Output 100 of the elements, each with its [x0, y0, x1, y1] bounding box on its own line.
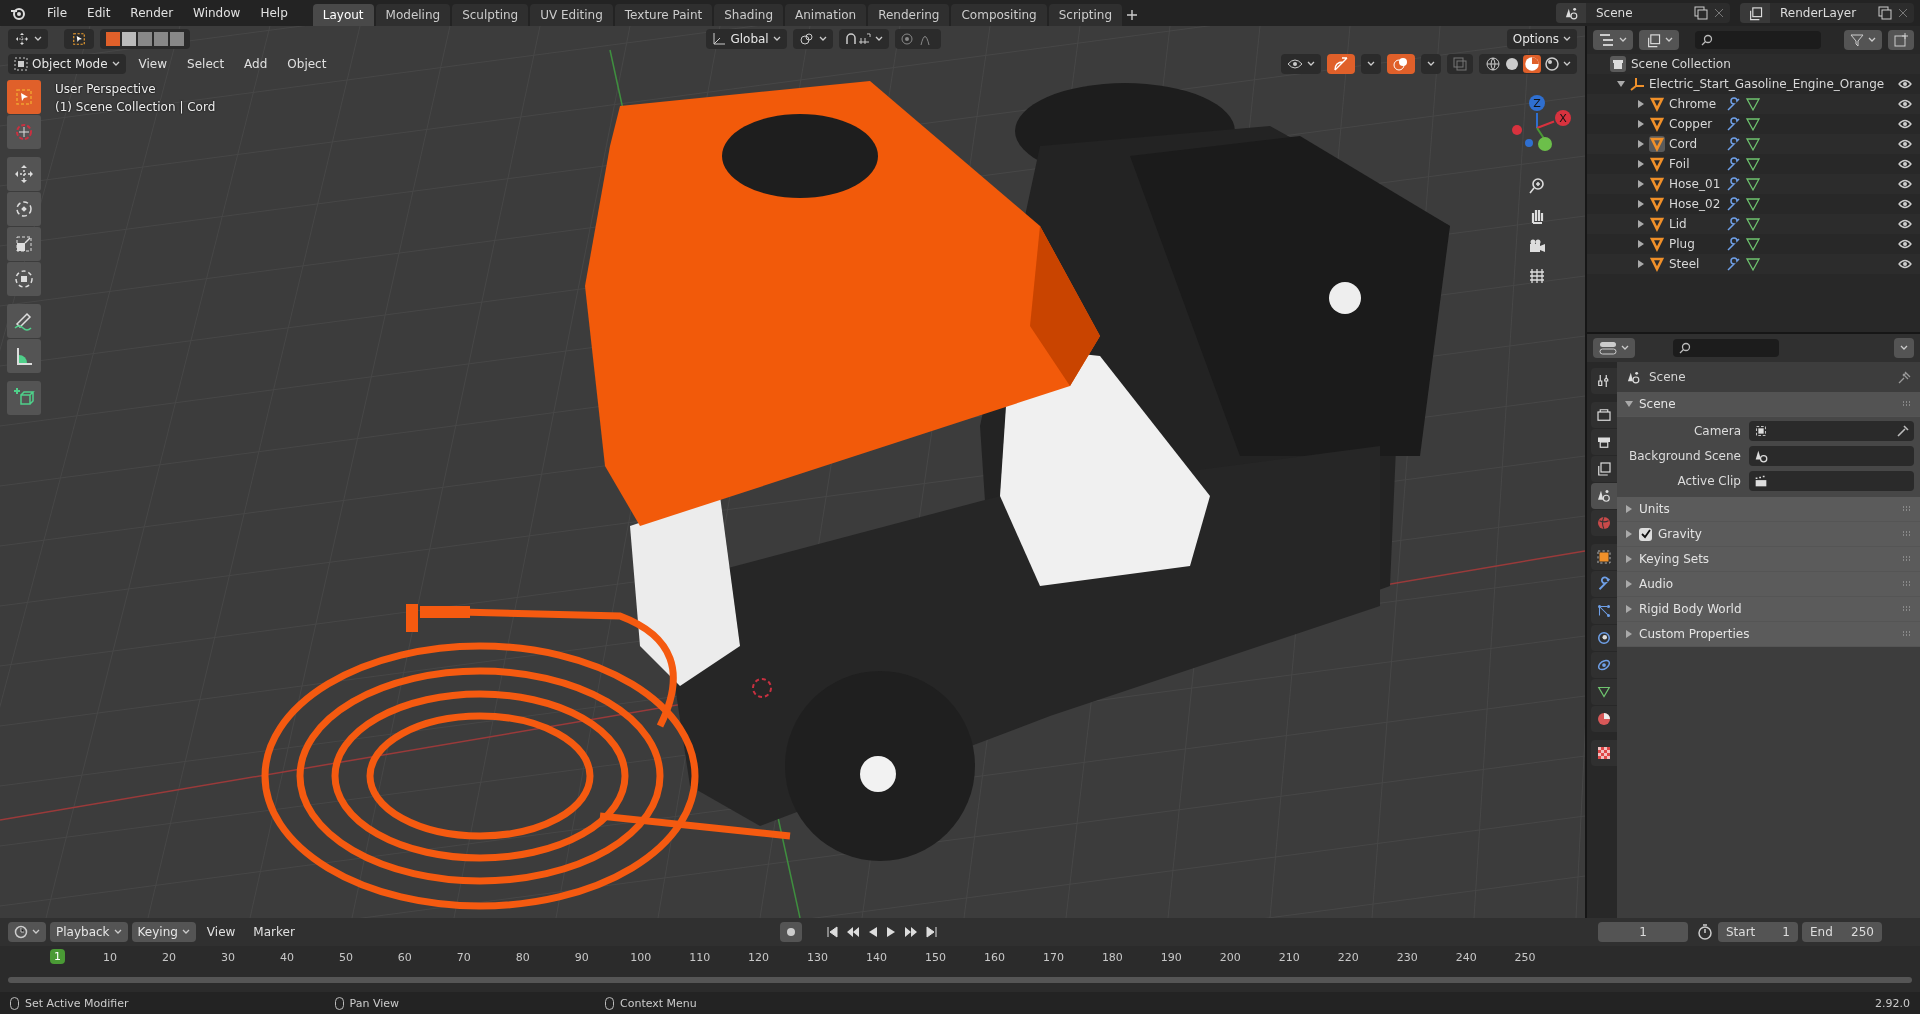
drag-handle-icon[interactable] [1902, 506, 1912, 512]
tool-button[interactable] [7, 381, 41, 415]
wrench-icon[interactable] [1725, 96, 1741, 112]
wrench-icon[interactable] [1725, 156, 1741, 172]
panel-header[interactable]: Scene [1617, 392, 1920, 417]
outliner-item[interactable]: Cord [1669, 137, 1721, 151]
workspace-tab[interactable]: Compositing [951, 4, 1047, 26]
collapsed-arrow-icon[interactable] [1625, 530, 1633, 538]
collapsed-arrow-icon[interactable] [1637, 160, 1645, 168]
viewport-menu[interactable]: View [131, 54, 175, 73]
drag-handle-icon[interactable] [1902, 401, 1912, 407]
eye-icon[interactable] [1898, 119, 1912, 129]
input-field[interactable] [1749, 421, 1914, 441]
workspace-tab[interactable]: UV Editing [530, 4, 613, 26]
collapsed-arrow-icon[interactable] [1637, 260, 1645, 268]
wrench-icon[interactable] [1725, 216, 1741, 232]
properties-tab[interactable] [1591, 544, 1617, 570]
editor-type-dropdown[interactable] [1593, 338, 1635, 358]
tool-button[interactable] [7, 115, 41, 149]
options-dropdown[interactable] [1894, 338, 1914, 358]
collapsed-arrow-icon[interactable] [1637, 220, 1645, 228]
workspace-tab[interactable]: Rendering [868, 4, 950, 26]
tool-button[interactable] [7, 157, 41, 191]
collapsed-arrow-icon[interactable] [1637, 180, 1645, 188]
overlay-dropdown[interactable] [1421, 53, 1441, 74]
playhead[interactable]: 1 [50, 949, 65, 964]
mesh-data-icon[interactable] [1745, 156, 1761, 172]
properties-tab[interactable] [1591, 740, 1617, 766]
viewport-menu[interactable]: Select [180, 54, 232, 73]
viewport-menu[interactable]: Object [280, 54, 334, 73]
mesh-data-icon[interactable] [1745, 256, 1761, 272]
menu-item[interactable]: Render [121, 3, 183, 23]
filter-dropdown[interactable] [1844, 30, 1882, 50]
eye-icon[interactable] [1898, 99, 1912, 109]
drag-handle-icon[interactable] [1902, 531, 1912, 537]
view-layer-selector[interactable]: RenderLayer [1740, 3, 1914, 23]
expanded-arrow-icon[interactable] [1617, 80, 1625, 88]
eye-icon[interactable] [1898, 79, 1912, 89]
collapsed-arrow-icon[interactable] [1637, 240, 1645, 248]
outliner-item[interactable]: Chrome [1669, 97, 1721, 111]
wrench-icon[interactable] [1725, 196, 1741, 212]
workspace-tab[interactable]: Sculpting [452, 4, 529, 26]
menu-item[interactable]: Window [184, 3, 250, 23]
mesh-data-icon[interactable] [1745, 196, 1761, 212]
collapsed-arrow-icon[interactable] [1625, 605, 1633, 613]
filter-scene-dropdown[interactable] [1639, 30, 1679, 50]
xray-toggle[interactable] [1447, 53, 1473, 74]
shading-buttons[interactable] [1479, 53, 1577, 74]
outliner-item[interactable]: Copper [1669, 117, 1721, 131]
collapsed-arrow-icon[interactable] [1625, 555, 1633, 563]
collapsed-arrow-icon[interactable] [1625, 580, 1633, 588]
properties-tab[interactable] [1591, 571, 1617, 597]
properties-tab[interactable] [1591, 679, 1617, 705]
wrench-icon[interactable] [1725, 256, 1741, 272]
drag-handle-icon[interactable] [1902, 606, 1912, 612]
panel-header[interactable]: Units [1617, 497, 1920, 522]
tool-button[interactable] [7, 339, 41, 373]
navigation-gizmo[interactable]: Z X [1497, 88, 1577, 168]
outliner-item[interactable]: Hose_01 [1669, 177, 1721, 191]
current-frame-field[interactable]: 1 [1598, 922, 1688, 942]
next-key-icon[interactable] [903, 926, 918, 938]
panel-header[interactable]: Audio [1617, 572, 1920, 597]
timeline-menu[interactable]: View [199, 923, 243, 941]
input-field[interactable] [1749, 471, 1914, 491]
copy-icon[interactable] [1694, 6, 1708, 20]
search-field[interactable] [1673, 339, 1779, 357]
play-icon[interactable] [885, 926, 896, 938]
eye-icon[interactable] [1898, 179, 1912, 189]
menu-item[interactable]: Help [251, 3, 297, 23]
mesh-data-icon[interactable] [1745, 216, 1761, 232]
eye-icon[interactable] [1898, 139, 1912, 149]
workspace-tab[interactable]: Shading [714, 4, 783, 26]
outliner-item[interactable]: Hose_02 [1669, 197, 1721, 211]
drag-handle-icon[interactable] [1902, 556, 1912, 562]
drag-handle-icon[interactable] [1902, 631, 1912, 637]
outliner-item[interactable]: Foil [1669, 157, 1721, 171]
close-icon[interactable] [1896, 6, 1910, 20]
start-frame-field[interactable]: Start 1 [1718, 922, 1798, 942]
record-button[interactable] [779, 922, 802, 942]
panel-header[interactable]: Gravity [1617, 522, 1920, 547]
panel-header[interactable]: Custom Properties [1617, 622, 1920, 647]
properties-tab[interactable] [1591, 483, 1617, 509]
workspace-tab[interactable]: Scripting [1048, 4, 1123, 26]
wrench-icon[interactable] [1725, 136, 1741, 152]
wrench-icon[interactable] [1725, 236, 1741, 252]
jump-start-icon[interactable] [825, 926, 838, 938]
app-logo-icon[interactable] [10, 5, 26, 21]
mesh-data-icon[interactable] [1745, 116, 1761, 132]
copy-icon[interactable] [1878, 6, 1892, 20]
editor-type-dropdown[interactable] [8, 922, 46, 942]
proportional-edit-button[interactable] [894, 28, 941, 49]
gizmo-dropdown[interactable] [1361, 53, 1381, 74]
outliner-item[interactable]: Electric_Start_Gasoline_Engine_Orange [1649, 77, 1885, 91]
eye-icon[interactable] [1898, 239, 1912, 249]
collapsed-arrow-icon[interactable] [1637, 100, 1645, 108]
properties-tab[interactable] [1591, 625, 1617, 651]
workspace-tab[interactable]: Layout [312, 4, 374, 26]
workspace-tab[interactable]: Modeling [375, 4, 451, 26]
collapsed-arrow-icon[interactable] [1625, 630, 1633, 638]
eye-icon[interactable] [1898, 199, 1912, 209]
